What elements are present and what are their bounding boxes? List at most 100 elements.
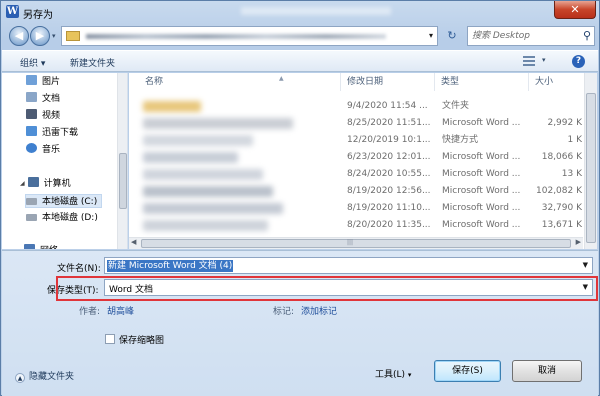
file-name-field[interactable]: 新建 Microsoft Word 文档 (4) ▼ (104, 257, 593, 274)
tools-label: 工具(L) (375, 370, 406, 380)
column-header-size[interactable]: 大小 (529, 73, 583, 91)
file-size: 102,082 K (536, 186, 582, 196)
file-date: 12/20/2019 10:1... (347, 135, 431, 145)
search-input[interactable] (472, 29, 576, 43)
file-row[interactable]: 8/24/2020 10:55... Microsoft Word ... 13… (129, 166, 583, 183)
nav-item-computer[interactable]: ◢ 计算机 (20, 177, 71, 191)
navigation-pane: 图片 文档 视频 迅雷下载 音乐 ◢ 计算机 本地磁盘 (C:) 本地磁盘 (D:… (2, 73, 128, 249)
folder-icon (66, 31, 80, 41)
file-size: 13 K (561, 169, 582, 179)
file-row[interactable]: 6/23/2020 12:01... Microsoft Word ... 18… (129, 149, 583, 166)
file-size: 2,992 K (547, 118, 582, 128)
blurred-file-name (143, 169, 263, 180)
tools-menu[interactable]: 工具(L) ▾ (375, 367, 411, 380)
save-thumbnail-label[interactable]: 保存缩略图 (119, 333, 164, 346)
hide-folders-label: 隐藏文件夹 (29, 372, 75, 382)
computer-icon (27, 177, 39, 187)
column-header-date[interactable]: 修改日期 (341, 73, 435, 91)
file-list-horizontal-scrollbar[interactable]: ◀ ||| ▶ (129, 237, 583, 249)
recent-locations-dropdown[interactable]: ▾ (52, 32, 56, 40)
file-size: 1 K (567, 135, 583, 145)
file-row[interactable]: 12/20/2019 10:1... 快捷方式 1 K (129, 132, 583, 149)
file-type: 快捷方式 (442, 135, 479, 145)
nav-item-network[interactable]: 网络 (24, 244, 58, 249)
file-type: Microsoft Word ... (442, 203, 521, 213)
tools-dropdown-icon: ▾ (407, 371, 412, 379)
hide-folders-toggle[interactable]: ▲ 隐藏文件夹 (15, 369, 74, 383)
file-type: Microsoft Word ... (442, 186, 521, 196)
file-row[interactable]: 8/25/2020 11:51... Microsoft Word ... 2,… (129, 115, 583, 132)
forward-button[interactable]: ▶ (30, 26, 50, 46)
file-list: 名称 ▲ 修改日期 类型 大小 9/4/2020 11:54 ... 文件夹 8… (129, 73, 597, 249)
nav-item-pictures[interactable]: 图片 (26, 75, 60, 89)
nav-pane-scrollbar[interactable] (117, 73, 127, 249)
add-tags-link[interactable]: 添加标记 (301, 304, 337, 317)
annotation-highlight-box (56, 276, 598, 301)
file-row[interactable]: 8/19/2020 12:56... Microsoft Word ... 10… (129, 183, 583, 200)
file-date: 8/19/2020 12:56... (347, 186, 431, 196)
sort-arrow-icon: ▲ (279, 75, 284, 82)
title-bar: W 另存为 ✕ (1, 1, 599, 23)
file-date: 8/20/2020 11:35... (347, 220, 431, 230)
blurred-file-name (143, 186, 273, 197)
cancel-button[interactable]: 取消 (512, 360, 582, 382)
close-button[interactable]: ✕ (554, 1, 596, 19)
file-name-value[interactable]: 新建 Microsoft Word 文档 (4) (107, 260, 234, 272)
search-icon[interactable]: ⚲ (583, 29, 591, 42)
nav-item-documents[interactable]: 文档 (26, 92, 60, 106)
breadcrumb[interactable] (86, 34, 386, 39)
word-app-icon: W (6, 5, 19, 18)
address-dropdown[interactable]: ▾ (429, 31, 433, 40)
file-type: Microsoft Word ... (442, 220, 521, 230)
file-name-label: 文件名(N): (57, 264, 101, 274)
file-date: 6/23/2020 12:01... (347, 152, 431, 162)
command-bar: 组织 ▾ 新建文件夹 ▾ ? (2, 50, 598, 72)
address-bar[interactable]: ▾ (61, 26, 438, 46)
column-header-name[interactable]: 名称 (129, 73, 341, 91)
blurred-file-name (143, 203, 283, 214)
scroll-left-arrow-icon[interactable]: ◀ (131, 238, 136, 246)
author-value[interactable]: 胡高峰 (107, 304, 134, 317)
file-type: Microsoft Word ... (442, 152, 521, 162)
blurred-file-name (143, 152, 238, 163)
file-type: Microsoft Word ... (442, 169, 521, 179)
music-icon (26, 143, 37, 153)
author-label: 作者: (79, 307, 101, 317)
window-title: 另存为 (23, 10, 53, 21)
blurred-title-text (241, 7, 391, 15)
help-icon[interactable]: ? (572, 55, 585, 68)
file-row[interactable]: 8/19/2020 11:10... Microsoft Word ... 32… (129, 200, 583, 217)
save-thumbnail-checkbox[interactable] (105, 334, 115, 344)
back-button[interactable]: ◀ (9, 26, 29, 46)
nav-item-drive-d[interactable]: 本地磁盘 (D:) (26, 211, 98, 225)
nav-item-thunder-download[interactable]: 迅雷下载 (26, 126, 78, 140)
collapse-arrow-icon: ▲ (15, 373, 25, 383)
nav-item-music[interactable]: 音乐 (26, 143, 60, 157)
scroll-right-arrow-icon[interactable]: ▶ (576, 238, 581, 246)
save-button[interactable]: 保存(S) (434, 360, 501, 382)
new-folder-button[interactable]: 新建文件夹 (70, 56, 115, 69)
horizontal-scroll-thumb[interactable] (141, 239, 571, 248)
file-type: Microsoft Word ... (442, 118, 521, 128)
nav-item-videos[interactable]: 视频 (26, 109, 60, 123)
vertical-scroll-thumb[interactable] (586, 93, 596, 243)
blurred-file-name (143, 135, 253, 146)
refresh-button[interactable]: ↻ (442, 26, 462, 46)
view-options-icon[interactable] (523, 56, 535, 66)
nav-item-drive-c[interactable]: 本地磁盘 (C:) (25, 194, 103, 208)
organize-menu[interactable]: 组织 ▾ (20, 56, 45, 69)
expand-arrow-icon[interactable]: ◢ (20, 177, 25, 191)
file-name-dropdown[interactable]: ▼ (583, 261, 588, 269)
file-row[interactable]: 8/20/2020 11:35... Microsoft Word ... 13… (129, 217, 583, 234)
nav-pane-scroll-thumb[interactable] (119, 153, 127, 209)
column-header-type[interactable]: 类型 (435, 73, 529, 91)
tags-label: 标记: (273, 307, 295, 317)
drive-icon (26, 214, 37, 221)
file-row[interactable]: 9/4/2020 11:54 ... 文件夹 (129, 98, 583, 115)
view-options-dropdown[interactable]: ▾ (542, 56, 546, 64)
file-list-vertical-scrollbar[interactable] (584, 73, 597, 249)
file-size: 32,790 K (541, 203, 582, 213)
blurred-file-name (143, 220, 268, 231)
documents-icon (26, 92, 37, 102)
search-box[interactable]: ⚲ (467, 26, 595, 46)
